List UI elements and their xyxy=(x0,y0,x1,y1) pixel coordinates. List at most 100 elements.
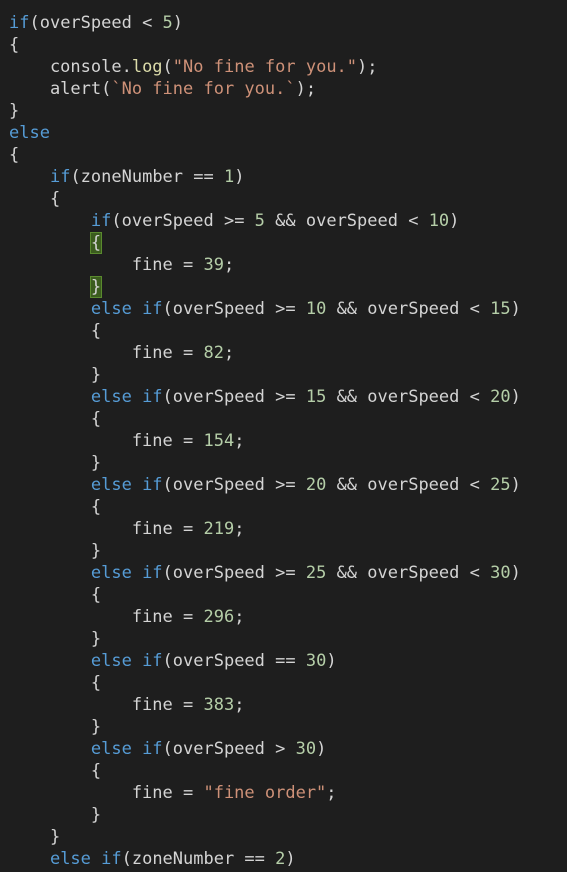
code-token-brace: } xyxy=(90,717,102,737)
code-token-brace: } xyxy=(90,365,102,385)
code-line[interactable]: } xyxy=(0,716,567,738)
code-line[interactable]: { xyxy=(0,672,567,694)
code-editor[interactable]: if(overSpeed < 5){ console.log("No fine … xyxy=(0,0,567,872)
code-token-string: "fine order" xyxy=(203,783,327,803)
code-token-brace: } xyxy=(90,541,102,561)
code-line[interactable]: fine = 154; xyxy=(0,430,567,452)
code-token-plain: ) xyxy=(234,167,245,187)
code-line[interactable]: fine = 219; xyxy=(0,518,567,540)
code-token-number: 20 xyxy=(305,475,327,495)
code-token-brace: } xyxy=(49,827,61,847)
code-line[interactable]: { xyxy=(0,144,567,166)
code-line[interactable]: else if(overSpeed >= 20 && overSpeed < 2… xyxy=(0,474,567,496)
code-line[interactable]: { xyxy=(0,232,567,254)
code-token-plain: ); xyxy=(295,79,317,99)
code-token-plain: fine = xyxy=(9,783,204,803)
code-token-brace: } xyxy=(90,805,102,825)
code-token-plain: fine = xyxy=(9,431,204,451)
code-token-number: 39 xyxy=(203,255,224,275)
code-line[interactable]: { xyxy=(0,188,567,210)
code-token-plain: (zoneNumber == xyxy=(70,167,224,187)
code-token-plain: (overSpeed >= xyxy=(111,211,255,231)
code-token-number: 154 xyxy=(203,431,235,451)
code-token-number: 15 xyxy=(305,387,327,407)
code-token-keyword: if xyxy=(90,211,112,231)
code-line[interactable]: else if(overSpeed > 30) xyxy=(0,738,567,760)
code-token-brace: { xyxy=(90,409,102,429)
code-line[interactable]: } xyxy=(0,276,567,298)
code-line[interactable]: console.log("No fine for you."); xyxy=(0,56,567,78)
code-line[interactable]: else xyxy=(0,122,567,144)
code-line[interactable]: if(overSpeed >= 5 && overSpeed < 10) xyxy=(0,210,567,232)
code-line[interactable]: alert(`No fine for you.`); xyxy=(0,78,567,100)
code-line[interactable]: { xyxy=(0,584,567,606)
code-line[interactable]: { xyxy=(0,760,567,782)
code-token-plain: ( xyxy=(162,57,173,77)
code-line[interactable]: } xyxy=(0,540,567,562)
code-token-string: `No fine for you.` xyxy=(111,79,296,99)
code-line[interactable]: if(overSpeed < 5) xyxy=(0,12,567,34)
code-token-plain: fine = xyxy=(9,607,204,627)
code-line[interactable]: } xyxy=(0,452,567,474)
code-token-brace-hl: { xyxy=(89,232,103,254)
code-token-plain: ; xyxy=(223,255,235,275)
code-line[interactable]: } xyxy=(0,804,567,826)
code-token-plain: ; xyxy=(223,343,235,363)
code-token-number: 219 xyxy=(203,519,235,539)
code-line[interactable]: fine = 82; xyxy=(0,342,567,364)
code-line[interactable]: { xyxy=(0,408,567,430)
code-token-plain: ) xyxy=(510,387,521,407)
code-line[interactable]: fine = 296; xyxy=(0,606,567,628)
code-token-number: 5 xyxy=(254,211,265,231)
code-line[interactable]: fine = "fine order"; xyxy=(0,782,567,804)
code-line[interactable]: } xyxy=(0,364,567,386)
code-token-number: 30 xyxy=(490,563,511,583)
code-token-keyword: else if xyxy=(90,563,163,583)
code-line[interactable]: else if(zoneNumber == 2) xyxy=(0,848,567,870)
code-line[interactable]: { xyxy=(0,496,567,518)
code-token-number: 10 xyxy=(305,299,327,319)
code-line[interactable]: else if(overSpeed >= 10 && overSpeed < 1… xyxy=(0,298,567,320)
code-token-number: 5 xyxy=(162,13,173,33)
code-line[interactable]: { xyxy=(0,320,567,342)
code-token-string: "No fine for you." xyxy=(172,57,358,77)
code-token-plain: && overSpeed < xyxy=(326,563,491,583)
code-token-plain: (overSpeed < xyxy=(29,13,163,33)
code-token-brace: { xyxy=(9,145,20,165)
code-token-plain: ) xyxy=(449,211,460,231)
code-line[interactable]: } xyxy=(0,100,567,122)
code-line[interactable]: fine = 39; xyxy=(0,254,567,276)
code-token-plain: (overSpeed > xyxy=(162,739,296,759)
code-line[interactable]: { xyxy=(0,34,567,56)
code-token-number: 82 xyxy=(203,343,224,363)
code-token-keyword: else if xyxy=(49,849,122,869)
code-line[interactable]: else if(overSpeed >= 15 && overSpeed < 2… xyxy=(0,386,567,408)
code-line[interactable]: } xyxy=(0,826,567,848)
code-token-brace-hl: } xyxy=(89,276,103,298)
code-token-plain: console. xyxy=(9,57,132,77)
code-token-plain: alert( xyxy=(9,79,112,99)
code-line[interactable]: } xyxy=(0,628,567,650)
code-line[interactable]: if(zoneNumber == 1) xyxy=(0,166,567,188)
code-line[interactable]: else if(overSpeed == 30) xyxy=(0,650,567,672)
code-line[interactable]: else if(overSpeed >= 25 && overSpeed < 3… xyxy=(0,562,567,584)
code-token-plain: && overSpeed < xyxy=(264,211,429,231)
code-token-plain: (overSpeed >= xyxy=(162,563,306,583)
code-line[interactable]: fine = 383; xyxy=(0,694,567,716)
code-token-brace: { xyxy=(90,585,102,605)
code-token-plain: fine = xyxy=(9,519,204,539)
